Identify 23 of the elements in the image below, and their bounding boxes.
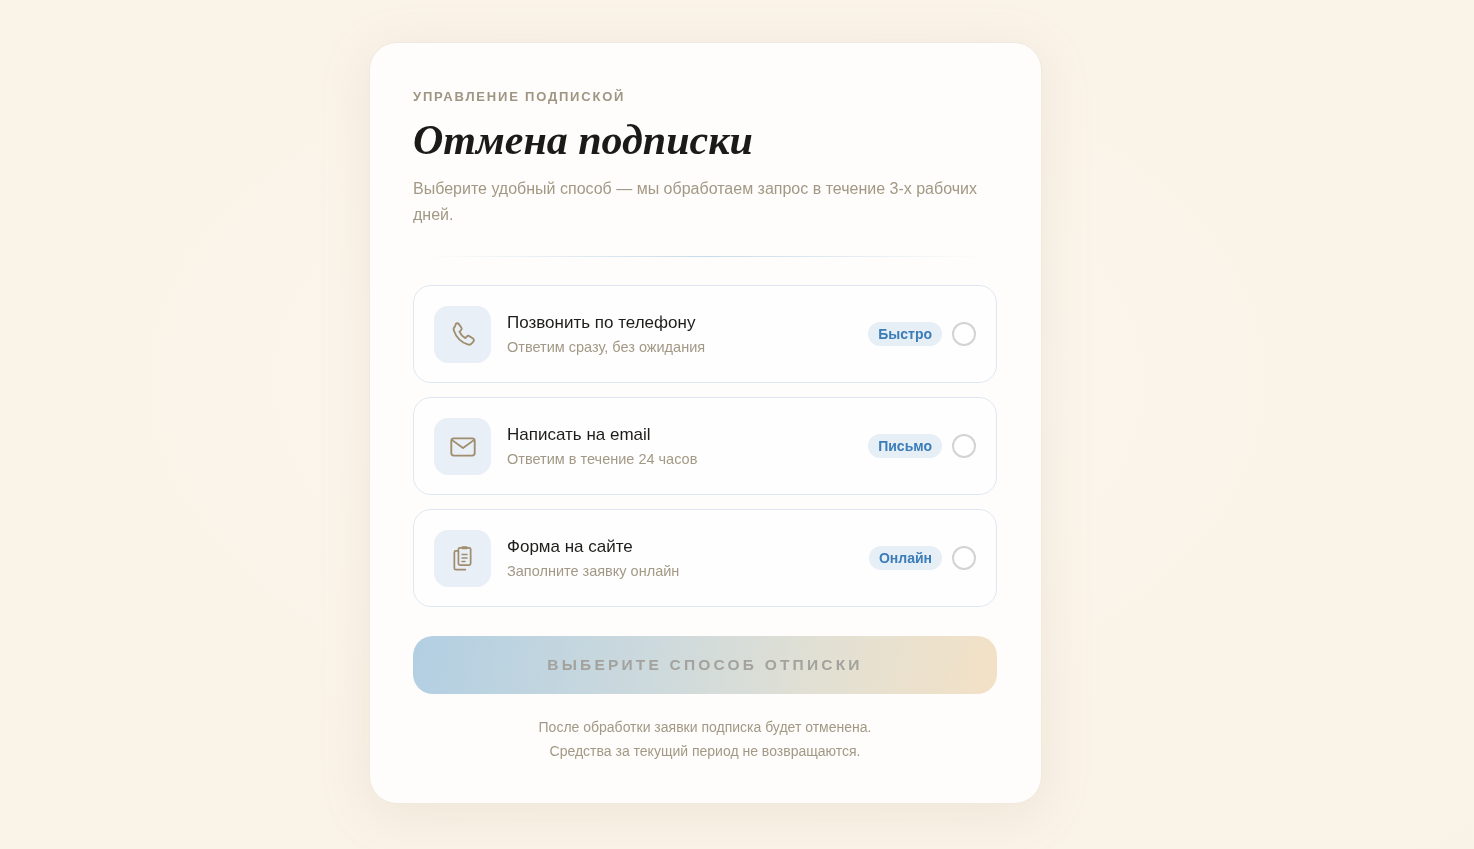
option-title: Написать на email [507, 423, 652, 446]
clipboard-icon [434, 529, 491, 587]
option-card[interactable]: Форма на сайте Заполните заявку онлайн Онлайн [413, 509, 997, 607]
radio-button[interactable] [952, 434, 976, 458]
option-tag: Быстро [868, 322, 942, 346]
radio-button[interactable] [952, 546, 976, 570]
option-tag: Письмо [868, 434, 942, 458]
footnote-text: После обработки заявки подписка будет отменена. [538, 718, 872, 737]
option-card[interactable]: Позвонить по телефону Ответим сразу, без ожидания Быстро [413, 285, 997, 383]
page-title: Отмена подписки [413, 116, 754, 165]
option-tag: Онлайн [868, 546, 942, 570]
option-title: Позвонить по телефону [507, 311, 697, 334]
option-description: Заполните заявку онлайн [507, 561, 681, 581]
phone-icon [434, 305, 491, 363]
footnote-text: Средства за текущий период не возвращаются. [549, 742, 861, 761]
option-description: Ответим сразу, без ожидания [507, 337, 707, 357]
option-title: Форма на сайте [507, 535, 634, 558]
option-description: Ответим в течение 24 часов [507, 449, 699, 469]
envelope-icon [434, 417, 491, 475]
subtitle-text: Выберите удобный способ — мы обработаем запрос в течение 3-х рабочих дней. [413, 179, 978, 225]
radio-button[interactable] [952, 322, 976, 346]
section-label: УПРАВЛЕНИЕ ПОДПИСКОЙ [413, 88, 627, 106]
option-card[interactable]: Написать на email Ответим в течение 24 часов Письмо [413, 397, 997, 495]
